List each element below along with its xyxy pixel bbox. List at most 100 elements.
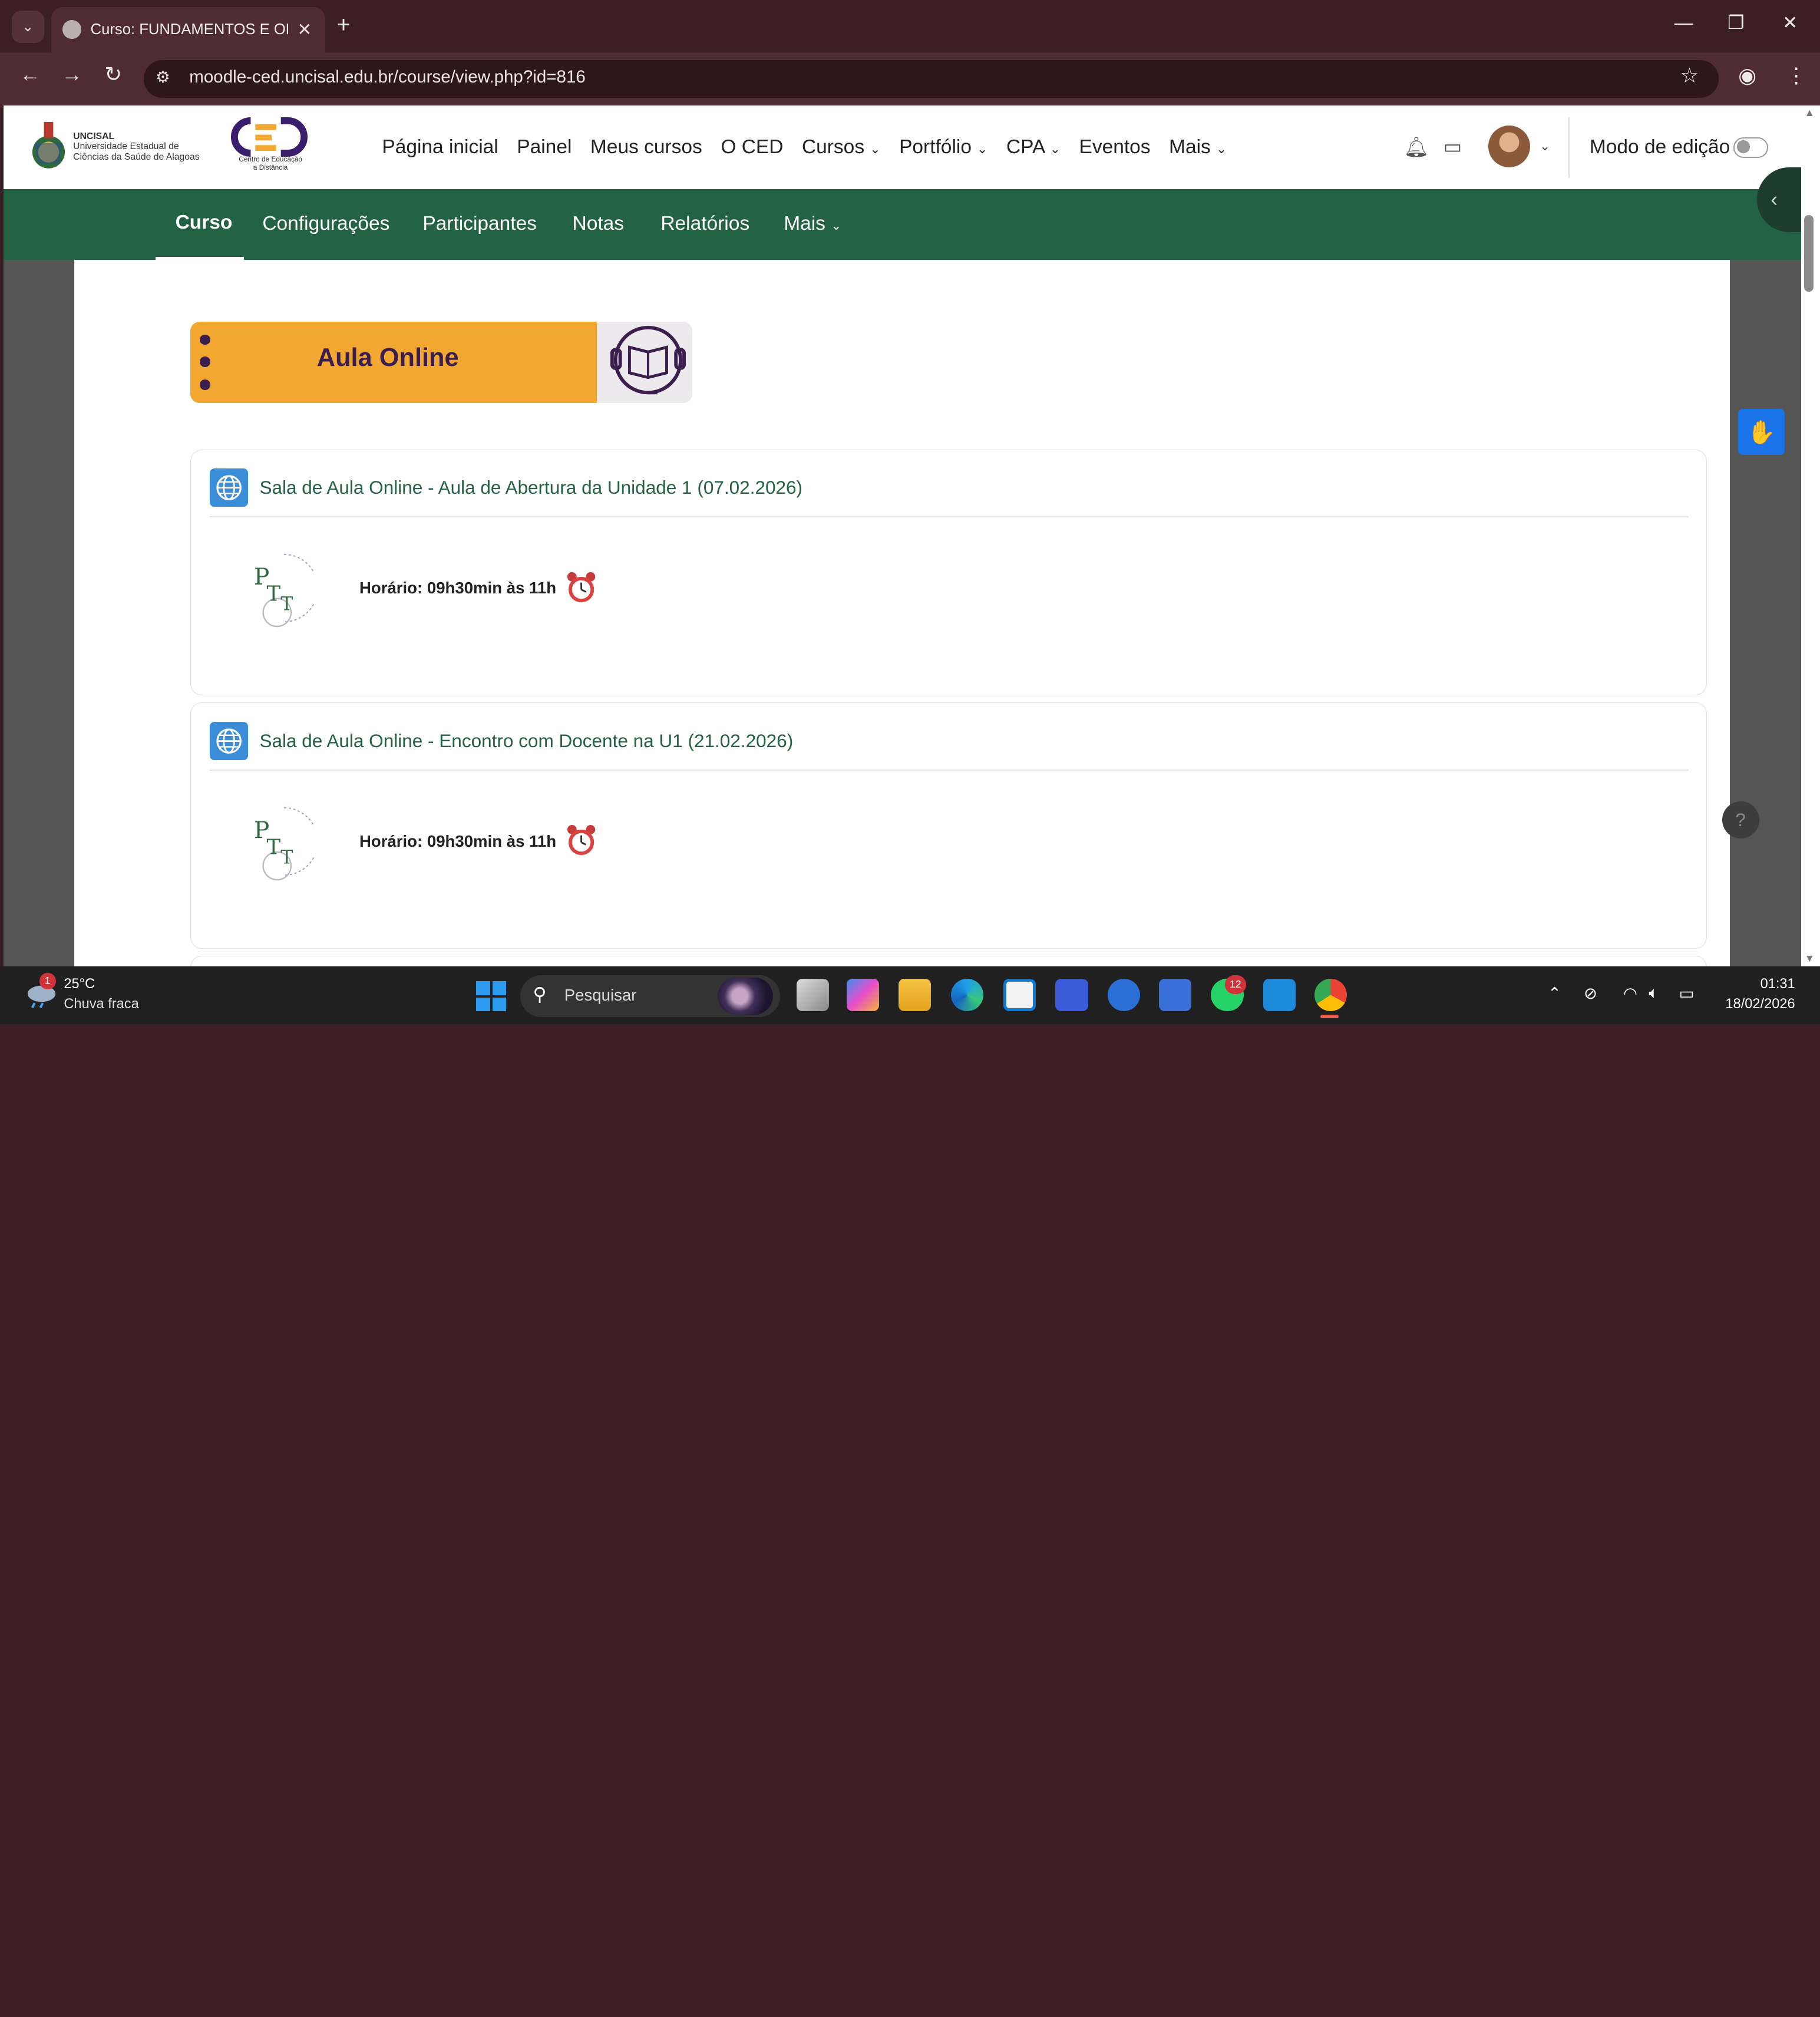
messages-icon[interactable]: ▭ [1444,135,1462,159]
reload-button[interactable]: ↻ [104,62,122,87]
svg-text:T: T [266,835,280,859]
tab-relatorios[interactable]: Relatórios [660,213,749,235]
profile-icon[interactable]: ◉ [1738,64,1756,88]
restore-button[interactable]: ❐ [1727,12,1744,34]
chevron-down-icon: ⌄ [977,141,988,156]
ptt-logo: P T T [254,554,315,628]
alarm-clock-icon [567,572,595,602]
tab-participantes[interactable]: Participantes [422,213,537,235]
tab-search-dropdown[interactable]: ⌄ [11,10,44,43]
activity-header[interactable]: Sala de Aula Online - Aula de Abertura d… [209,468,802,507]
svg-text:T: T [266,582,280,606]
schedule-text: Horário: 09h30min às 11h [359,579,557,597]
banner-orange-block: Aula Online [190,321,597,403]
sign-language-accessibility-icon[interactable]: ✋ [1738,408,1785,455]
notifications-muted-icon[interactable]: ⊘ [1584,983,1597,1003]
scroll-up-arrow-icon[interactable]: ▲ [1804,107,1815,119]
close-tab-icon[interactable]: ✕ [297,19,312,40]
alarm-clock-icon [567,825,595,856]
globe-icon [62,20,81,39]
site-header: UNCISAL Universidade Estadual de Ciência… [3,105,1801,190]
nav-cpa-dropdown[interactable]: CPA ⌄ [1006,136,1061,159]
browser-tab[interactable]: Curso: FUNDAMENTOS E ORIEN ✕ [51,6,325,52]
schedule-text: Horário: 09h30min às 11h [359,832,557,850]
nav-eventos[interactable]: Eventos [1079,136,1150,159]
microsoft-store-icon[interactable] [1003,979,1036,1012]
url-activity-globe-icon [209,468,248,507]
svg-text:T: T [280,847,293,868]
calculator-app-icon[interactable] [1263,979,1296,1012]
back-button[interactable]: ← [20,62,41,87]
activity-card: Sala de Aula Online - Encontro com Docen… [190,702,1707,949]
activity-link[interactable]: Sala de Aula Online - Aula de Abertura d… [259,477,802,499]
nav-mais-dropdown[interactable]: Mais ⌄ [1169,136,1227,159]
volume-icon[interactable]: 🔈︎ [1649,983,1659,1003]
task-view-icon[interactable] [796,979,830,1012]
menu-kebab-icon[interactable]: ⋮ [1786,64,1806,88]
battery-icon[interactable]: ▭ [1679,983,1695,1003]
tab-mais-dropdown[interactable]: Mais ⌄ [784,213,841,235]
banner-dot [199,379,210,391]
chevron-down-icon: ⌄ [870,141,881,156]
system-time[interactable]: 01:31 [1727,976,1795,992]
user-avatar[interactable] [1488,125,1531,167]
url-text[interactable]: moodle-ced.uncisal.edu.br/course/view.ph… [189,67,586,87]
activity-link[interactable]: Sala de Aula Online - Encontro com Docen… [259,730,793,752]
app-icon[interactable] [1055,979,1088,1012]
aula-online-banner: Aula Online [190,321,692,403]
nav-o-ced[interactable]: O CED [721,136,783,159]
weather-condition[interactable]: Chuva fraca [64,996,138,1012]
chevron-down-icon: ⌄ [1216,141,1227,156]
whatsapp-badge: 12 [1225,975,1246,994]
nav-painel[interactable]: Painel [517,136,572,159]
ptt-logo: P T T [254,807,315,880]
site-settings-icon[interactable]: ⚙ [156,67,170,87]
activity-card: Sala de Aula Online - Aula de Abertura d… [190,449,1707,696]
search-icon: ⚲ [533,983,547,1005]
help-button[interactable]: ? [1722,801,1759,839]
copilot-icon[interactable] [846,979,879,1012]
web-page: UNCISAL Universidade Estadual de Ciência… [3,105,1801,966]
edit-mode-label: Modo de edição [1589,136,1730,158]
uncisal-logo-text: UNCISAL Universidade Estadual de Ciência… [73,131,200,163]
edit-mode-toggle[interactable] [1733,137,1769,158]
nav-cursos-dropdown[interactable]: Cursos ⌄ [802,136,881,159]
active-app-indicator [1320,1015,1339,1019]
tab-curso[interactable]: Curso [176,212,233,234]
file-explorer-icon[interactable] [899,979,932,1012]
ced-logo[interactable] [230,115,311,182]
nav-pagina-inicial[interactable]: Página inicial [382,136,498,159]
weather-badge: 1 [39,973,56,990]
bookmark-star-icon[interactable]: ☆ [1680,64,1699,88]
divider [1568,117,1570,178]
notifications-bell-icon[interactable]: 🔔︎ [1404,136,1429,159]
tab-title: Curso: FUNDAMENTOS E ORIEN [90,21,288,38]
scrollbar-thumb[interactable] [1804,214,1814,292]
nav-meus-cursos[interactable]: Meus cursos [590,136,702,159]
user-menu-chevron-icon[interactable]: ⌄ [1540,138,1550,154]
course-secondary-nav: Curso Configurações Participantes Notas … [3,189,1801,260]
wifi-icon[interactable]: ◠ [1623,983,1637,1003]
search-highlight-image[interactable] [717,978,774,1015]
close-window-button[interactable]: ✕ [1782,12,1798,34]
system-date[interactable]: 18/02/2026 [1721,996,1795,1012]
scroll-down-arrow-icon[interactable]: ▼ [1804,952,1815,965]
forward-button[interactable]: → [61,62,82,87]
nav-portfolio-dropdown[interactable]: Portfólio ⌄ [899,136,987,159]
new-tab-button[interactable]: + [337,12,351,38]
minimize-button[interactable]: — [1674,12,1693,34]
search-placeholder: Pesquisar [564,986,637,1005]
tab-configuracoes[interactable]: Configurações [262,213,389,235]
remote-app-icon[interactable] [1158,979,1191,1012]
tab-notas[interactable]: Notas [573,213,625,235]
svg-text:T: T [280,594,293,615]
windows-start-icon[interactable] [475,981,507,1012]
main-navigation: Página inicial Painel Meus cursos O CED … [382,136,1227,159]
temperature[interactable]: 25°C [64,976,95,992]
chevron-down-icon: ⌄ [831,217,842,233]
activity-header[interactable]: Sala de Aula Online - Encontro com Docen… [209,721,793,760]
uncisal-logo[interactable] [29,117,68,171]
show-hidden-icons-chevron-icon[interactable]: ⌃ [1548,983,1561,1003]
banner-title: Aula Online [316,344,459,372]
divider [209,769,1689,771]
